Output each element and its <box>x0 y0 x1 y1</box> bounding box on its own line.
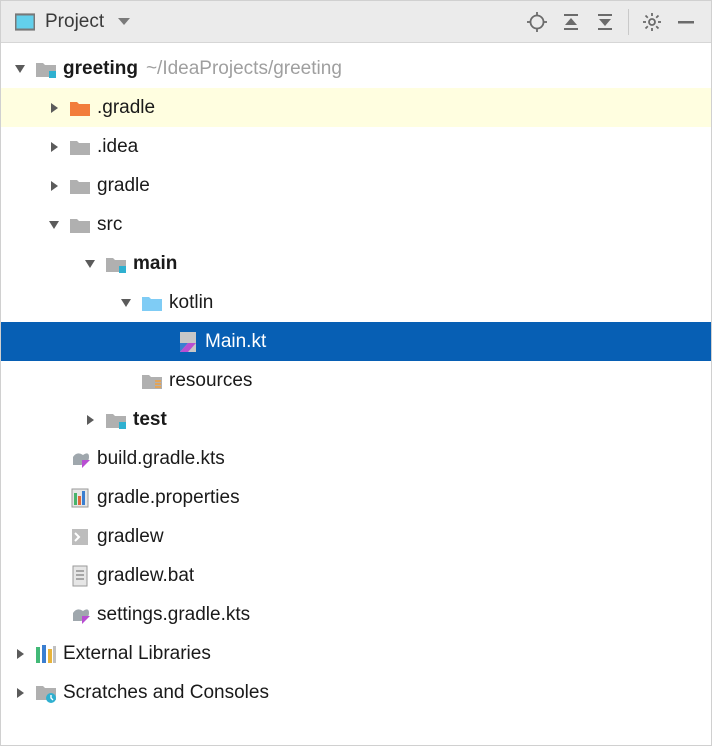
kotlin-file-icon <box>175 331 201 353</box>
file-label: build.gradle.kts <box>97 448 225 470</box>
locate-button[interactable] <box>520 5 554 39</box>
collapse-all-button[interactable] <box>588 5 622 39</box>
file-label: gradlew <box>97 526 164 548</box>
tree-row-file[interactable]: build.gradle.kts <box>1 439 711 478</box>
excluded-folder-icon <box>67 99 93 117</box>
tree-row-folder[interactable]: src <box>1 205 711 244</box>
chevron-right-icon[interactable] <box>77 414 103 426</box>
folder-icon <box>67 216 93 234</box>
project-view-label: Project <box>45 11 104 33</box>
chevron-down-icon[interactable] <box>77 258 103 270</box>
hide-button[interactable] <box>669 5 703 39</box>
tree-row-folder[interactable]: resources <box>1 361 711 400</box>
project-path: ~/IdeaProjects/greeting <box>146 58 342 80</box>
shell-script-icon <box>67 527 93 547</box>
resources-folder-icon <box>139 372 165 390</box>
tree-row-folder[interactable]: .gradle <box>1 88 711 127</box>
external-libraries-label: External Libraries <box>63 643 211 665</box>
file-label: gradle.properties <box>97 487 240 509</box>
header-actions <box>520 5 703 39</box>
project-tool-window: Project <box>0 0 712 746</box>
gradle-kts-icon <box>67 449 93 469</box>
folder-label: .idea <box>97 136 138 158</box>
folder-icon <box>67 177 93 195</box>
tree-row-file-selected[interactable]: Main.kt <box>1 322 711 361</box>
chevron-right-icon[interactable] <box>41 180 67 192</box>
chevron-right-icon[interactable] <box>41 141 67 153</box>
tree-row-file[interactable]: gradle.properties <box>1 478 711 517</box>
tree-row-external-libraries[interactable]: External Libraries <box>1 634 711 673</box>
settings-button[interactable] <box>635 5 669 39</box>
chevron-down-icon[interactable] <box>7 63 33 75</box>
project-view-selector[interactable]: Project <box>15 11 520 33</box>
chevron-down-icon[interactable] <box>113 297 139 309</box>
tree-row-file[interactable]: settings.gradle.kts <box>1 595 711 634</box>
project-icon <box>15 12 35 32</box>
file-label: gradlew.bat <box>97 565 194 587</box>
chevron-down-icon[interactable] <box>41 219 67 231</box>
file-label: settings.gradle.kts <box>97 604 250 626</box>
project-header: Project <box>1 1 711 43</box>
dropdown-arrow-icon <box>118 18 130 26</box>
tree-row-folder[interactable]: test <box>1 400 711 439</box>
module-folder-icon <box>103 411 129 429</box>
folder-icon <box>67 138 93 156</box>
separator <box>628 9 629 35</box>
tree-row-folder[interactable]: kotlin <box>1 283 711 322</box>
properties-file-icon <box>67 488 93 508</box>
project-name: greeting <box>63 58 138 80</box>
folder-label: main <box>133 253 177 275</box>
source-folder-icon <box>139 294 165 312</box>
folder-label: gradle <box>97 175 150 197</box>
chevron-right-icon[interactable] <box>7 687 33 699</box>
scratches-label: Scratches and Consoles <box>63 682 269 704</box>
tree-row-folder[interactable]: .idea <box>1 127 711 166</box>
tree-row-folder[interactable]: main <box>1 244 711 283</box>
chevron-right-icon[interactable] <box>41 102 67 114</box>
folder-label: .gradle <box>97 97 155 119</box>
tree-row-scratches[interactable]: Scratches and Consoles <box>1 673 711 712</box>
folder-label: kotlin <box>169 292 213 314</box>
tree-row-file[interactable]: gradlew <box>1 517 711 556</box>
text-file-icon <box>67 565 93 587</box>
folder-label: test <box>133 409 167 431</box>
module-folder-icon <box>103 255 129 273</box>
folder-label: src <box>97 214 122 236</box>
module-folder-icon <box>33 60 59 78</box>
file-label: Main.kt <box>205 331 266 353</box>
project-tree[interactable]: greeting ~/IdeaProjects/greeting .gradle… <box>1 43 711 745</box>
folder-label: resources <box>169 370 252 392</box>
tree-row-file[interactable]: gradlew.bat <box>1 556 711 595</box>
tree-row-folder[interactable]: gradle <box>1 166 711 205</box>
chevron-right-icon[interactable] <box>7 648 33 660</box>
libraries-icon <box>33 644 59 664</box>
gradle-kts-icon <box>67 605 93 625</box>
scratches-icon <box>33 683 59 703</box>
tree-row-project-root[interactable]: greeting ~/IdeaProjects/greeting <box>1 49 711 88</box>
expand-all-button[interactable] <box>554 5 588 39</box>
